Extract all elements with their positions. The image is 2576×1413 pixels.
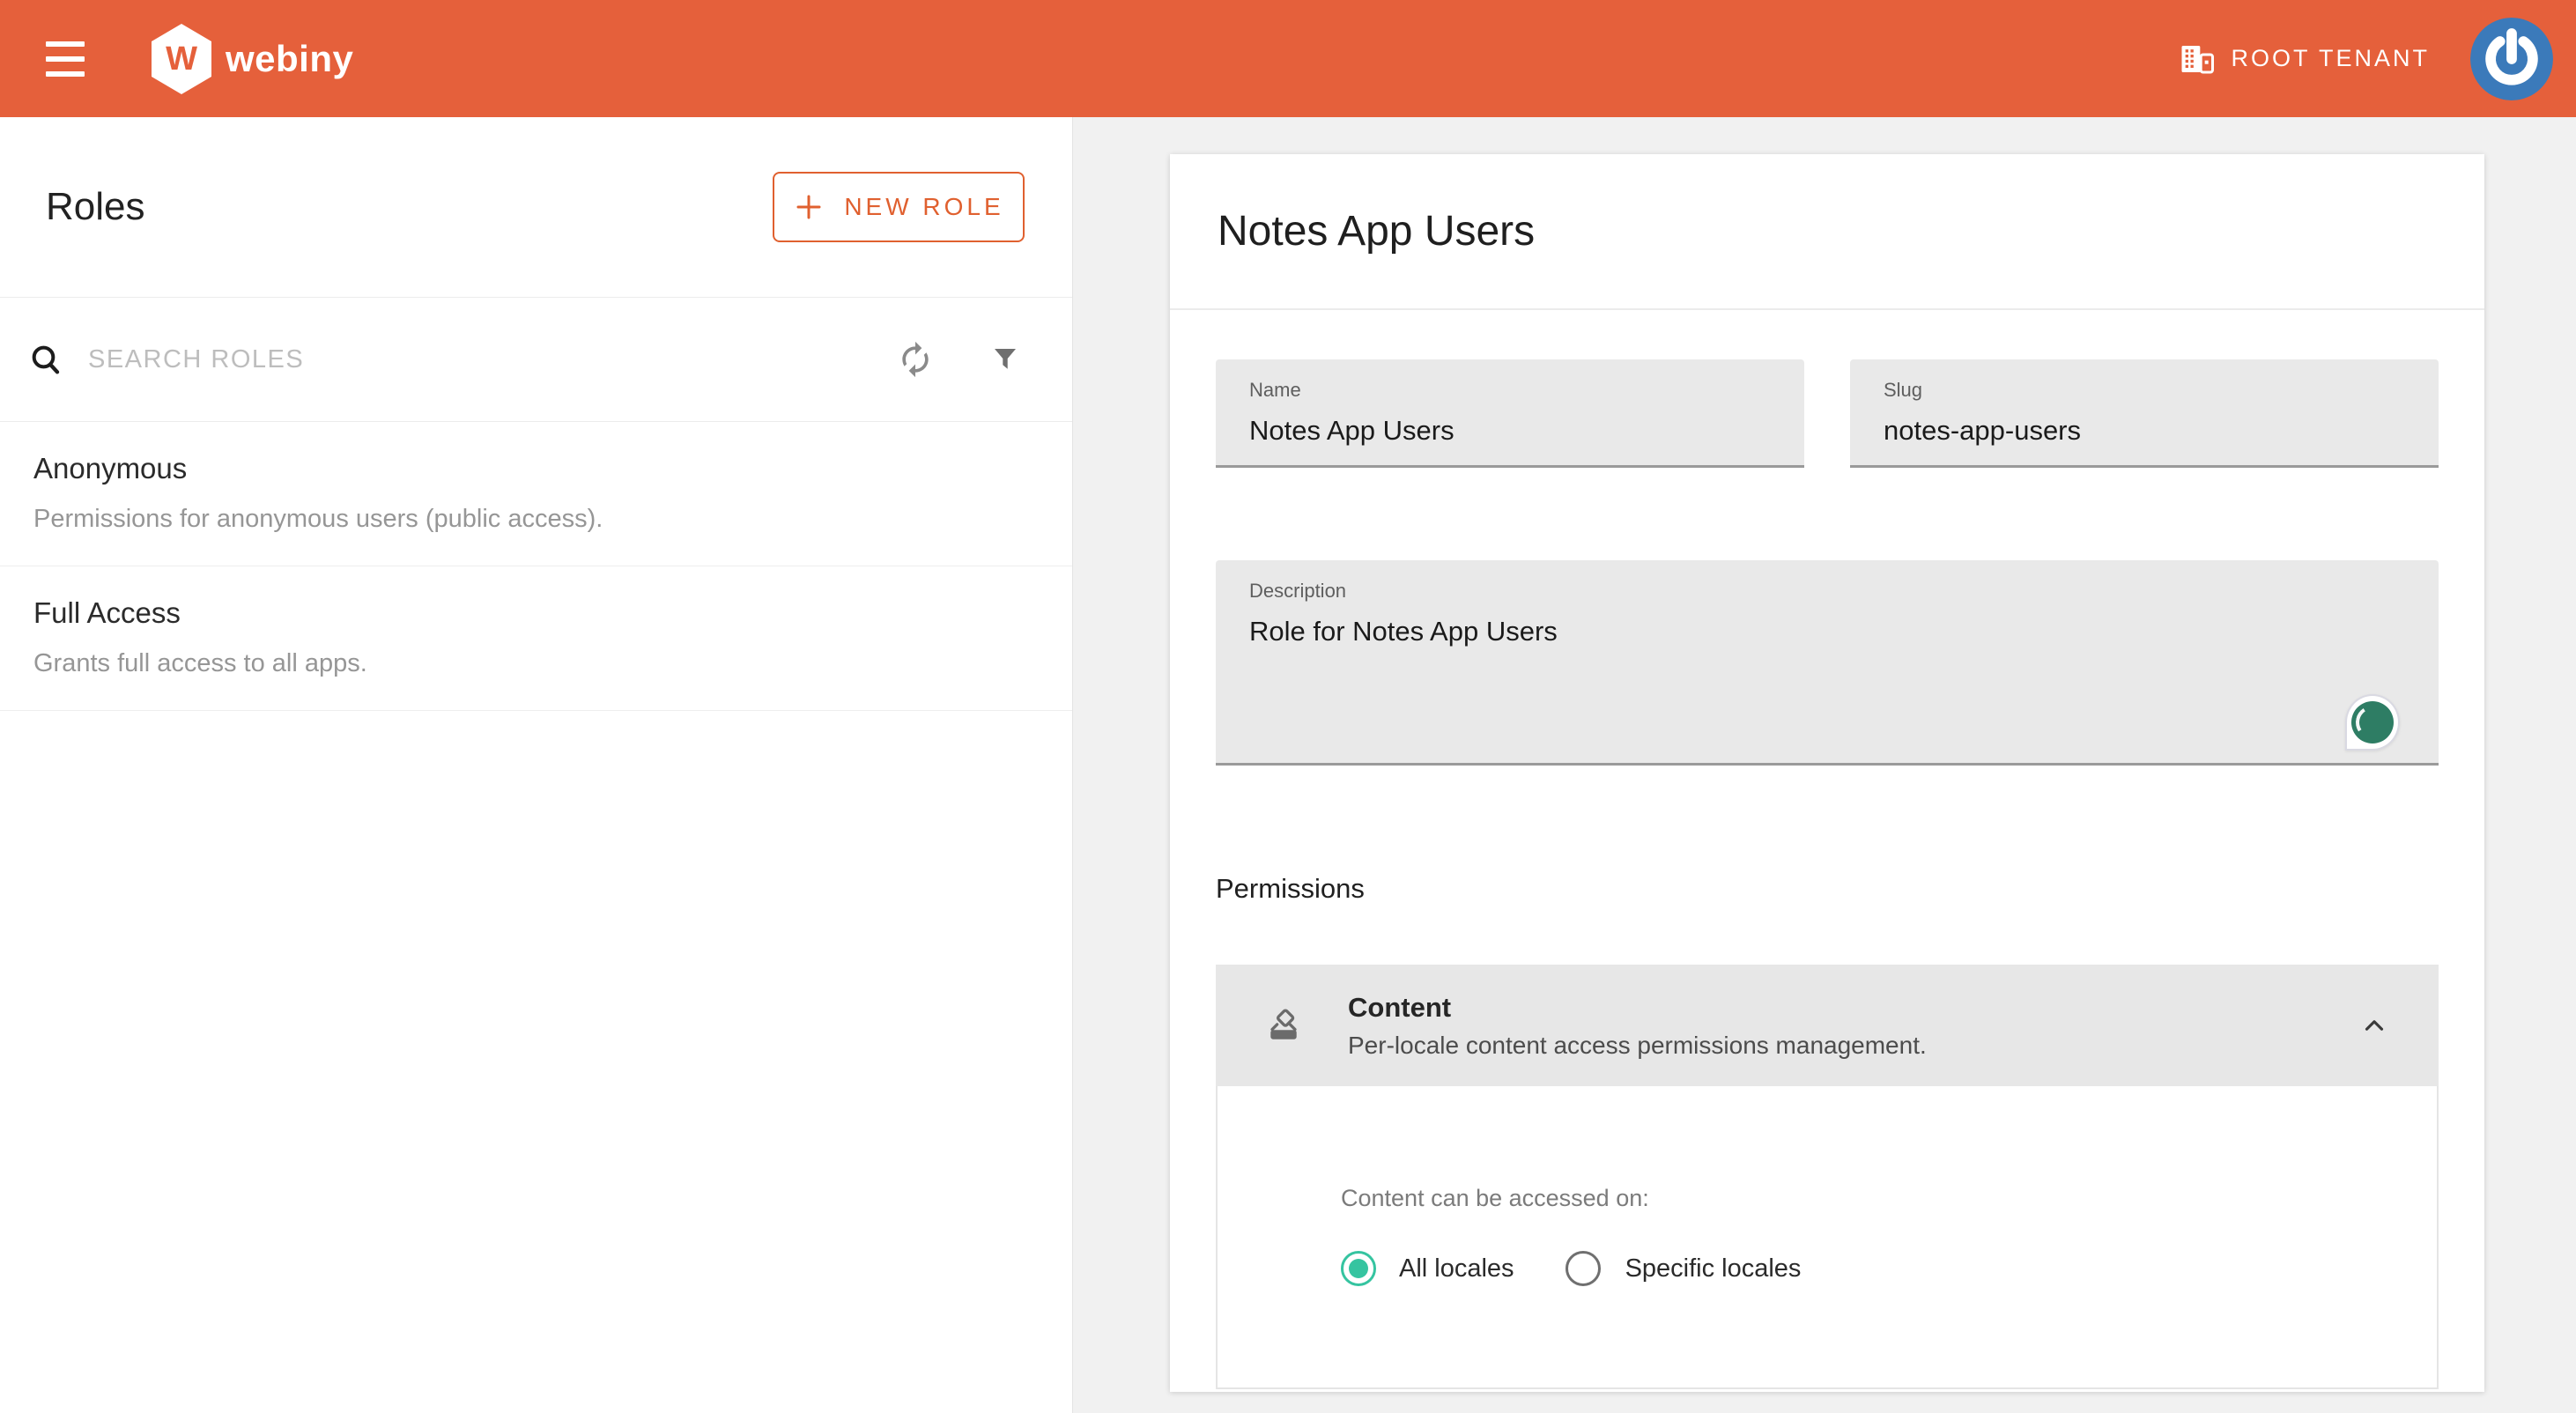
page-title: Roles — [46, 185, 145, 229]
description-field[interactable]: Description Role for Notes App Users — [1216, 560, 2439, 766]
content-section-subtitle: Per-locale content access permissions ma… — [1348, 1032, 1927, 1060]
chat-widget-button[interactable] — [2345, 694, 2400, 751]
filter-icon — [989, 344, 1021, 375]
description-field-label: Description — [1249, 580, 2405, 603]
slug-field[interactable]: Slug notes-app-users — [1850, 359, 2439, 468]
content-accordion-header[interactable]: Content Per-locale content access permis… — [1216, 965, 2439, 1086]
content-section-title: Content — [1348, 992, 1927, 1024]
permissions-heading: Permissions — [1216, 873, 2439, 905]
specific-locales-radio[interactable] — [1566, 1251, 1601, 1286]
content-accordion-body: Content can be accessed on: All locales … — [1216, 1086, 2439, 1389]
role-description: Permissions for anonymous users (public … — [33, 505, 1037, 534]
filter-button[interactable] — [989, 344, 1021, 375]
roles-list-panel: Roles NEW ROLE Anonymous Permissions f — [0, 117, 1073, 1413]
brand-initial: W — [166, 41, 197, 78]
building-icon — [2180, 41, 2215, 77]
role-description: Grants full access to all apps. — [33, 649, 1037, 678]
name-field-value: Notes App Users — [1249, 415, 1771, 447]
new-role-label: NEW ROLE — [844, 193, 1003, 221]
role-name: Anonymous — [33, 452, 1037, 485]
name-field-label: Name — [1249, 379, 1771, 402]
all-locales-radio[interactable] — [1341, 1251, 1376, 1286]
content-section-icon — [1265, 1007, 1302, 1044]
tenant-label: ROOT TENANT — [2231, 45, 2430, 72]
search-icon — [28, 342, 63, 377]
webiny-hexagon-icon: W — [152, 24, 211, 94]
role-list-item-anonymous[interactable]: Anonymous Permissions for anonymous user… — [0, 422, 1072, 566]
all-locales-label[interactable]: All locales — [1399, 1254, 1514, 1284]
chat-widget-spinner-icon — [2351, 701, 2394, 743]
top-bar: W webiny ROOT TENANT — [0, 0, 2576, 117]
collapse-section-button[interactable] — [2359, 1010, 2389, 1040]
role-list-item-full-access[interactable]: Full Access Grants full access to all ap… — [0, 566, 1072, 711]
slug-field-label: Slug — [1884, 379, 2405, 402]
new-role-button[interactable]: NEW ROLE — [773, 172, 1025, 242]
refresh-icon — [896, 340, 935, 379]
slug-field-value: notes-app-users — [1884, 415, 2405, 447]
role-detail-title: Notes App Users — [1218, 207, 1535, 255]
access-label: Content can be accessed on: — [1341, 1185, 2437, 1212]
description-field-value: Role for Notes App Users — [1249, 616, 2405, 647]
search-roles-input[interactable] — [88, 345, 896, 374]
brand-name: webiny — [226, 38, 353, 80]
menu-icon[interactable] — [46, 41, 85, 77]
specific-locales-label[interactable]: Specific locales — [1625, 1254, 1802, 1284]
webiny-logo[interactable]: W webiny — [152, 24, 353, 94]
tenant-selector[interactable]: ROOT TENANT — [2180, 41, 2430, 77]
role-detail-area: Notes App Users Name Notes App Users Slu… — [1073, 117, 2576, 1413]
role-detail-card: Notes App Users Name Notes App Users Slu… — [1170, 154, 2484, 1392]
refresh-button[interactable] — [896, 340, 935, 379]
chevron-up-icon — [2359, 1010, 2389, 1040]
role-name: Full Access — [33, 596, 1037, 630]
user-avatar[interactable] — [2470, 18, 2553, 100]
name-field[interactable]: Name Notes App Users — [1216, 359, 1804, 468]
plus-icon — [793, 191, 825, 223]
